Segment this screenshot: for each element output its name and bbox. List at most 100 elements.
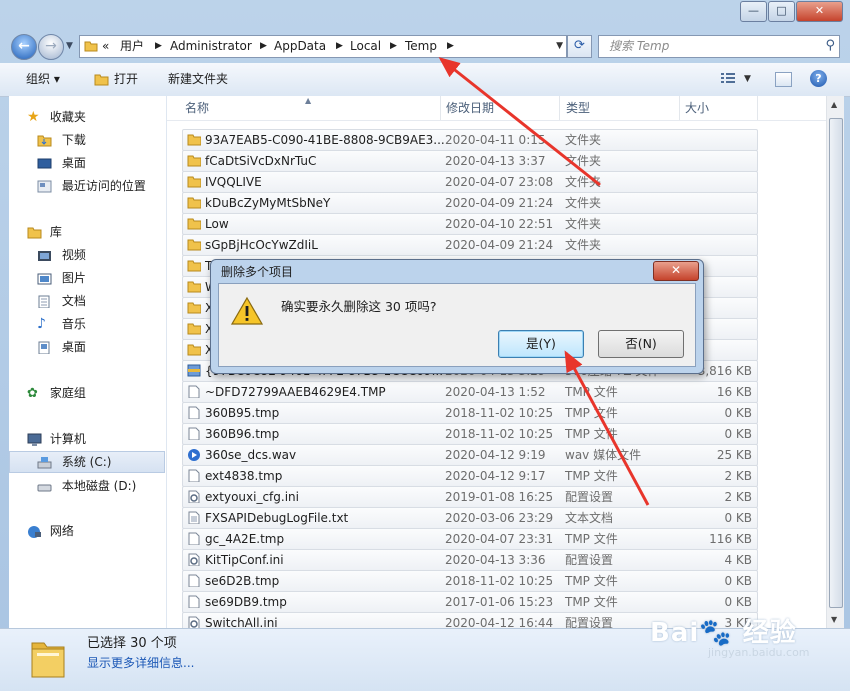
scrollbar-thumb[interactable] <box>829 118 843 608</box>
nav-desktop-library-label: 桌面 <box>61 340 86 354</box>
nav-recent-places[interactable]: 最近访问的位置 <box>37 176 146 196</box>
downloads-folder-icon <box>37 135 52 147</box>
help-icon[interactable]: ? <box>810 70 827 87</box>
file-row[interactable]: extyouxi_cfg.ini 2019-01-08 16:25 配置设置 2 KB <box>182 486 758 508</box>
file-row[interactable]: 93A7EAB5-C090-41BE-8808-9CB9AE3... 2020-0… <box>182 129 758 151</box>
new-folder-button[interactable]: 新建文件夹 <box>168 71 228 88</box>
scroll-down-icon[interactable]: ▼ <box>831 615 837 624</box>
chevron-right-icon[interactable]: ▶ <box>155 38 162 54</box>
file-date: 2020-04-12 16:44 <box>445 616 554 628</box>
column-type[interactable]: 类型 <box>566 100 590 116</box>
file-row[interactable]: 360B96.tmp 2018-11-02 10:25 TMP 文件 0 KB <box>182 423 758 445</box>
file-row[interactable]: 360B95.tmp 2018-11-02 10:25 TMP 文件 0 KB <box>182 402 758 424</box>
column-date[interactable]: 修改日期 <box>446 100 494 116</box>
file-row[interactable]: ext4838.tmp 2020-04-12 9:17 TMP 文件 2 KB <box>182 465 758 487</box>
nav-downloads[interactable]: 下载 <box>37 130 86 150</box>
nav-network[interactable]: 网络 <box>27 521 74 541</box>
file-row[interactable]: se6D2B.tmp 2018-11-02 10:25 TMP 文件 0 KB <box>182 570 758 592</box>
chevron-right-icon[interactable]: ▶ <box>336 38 343 54</box>
minimize-button[interactable]: — <box>740 1 767 22</box>
file-date: 2020-04-09 21:24 <box>445 238 554 252</box>
no-button[interactable]: 否(N) <box>598 330 684 358</box>
column-size[interactable]: 大小 <box>685 100 709 116</box>
view-dropdown-icon[interactable]: ▼ <box>744 74 751 84</box>
open-button[interactable]: 打开 <box>114 71 138 88</box>
chevron-right-icon[interactable]: ▶ <box>260 38 267 54</box>
column-divider[interactable] <box>757 96 758 120</box>
breadcrumb-users[interactable]: 用户 <box>120 38 144 54</box>
music-note-icon: ♪ <box>37 316 46 332</box>
breadcrumb-administrator[interactable]: Administrator <box>170 38 252 54</box>
view-options-icon[interactable] <box>720 72 736 84</box>
computer-icon <box>27 433 42 446</box>
nav-desktop-favorite[interactable]: 桌面 <box>37 153 86 173</box>
nav-computer[interactable]: 计算机 <box>27 429 86 449</box>
file-icon <box>188 385 200 398</box>
forward-button[interactable]: → <box>38 34 64 60</box>
nav-videos[interactable]: 视频 <box>37 245 86 265</box>
column-divider[interactable] <box>679 96 680 120</box>
config-file-icon <box>188 553 200 566</box>
nav-desktop-library[interactable]: 桌面 <box>37 337 86 357</box>
search-input[interactable]: 搜索 Temp ⚲ <box>598 35 840 58</box>
nav-favorites[interactable]: ★ 收藏夹 <box>27 107 86 127</box>
audio-file-icon <box>188 449 200 461</box>
nav-libraries[interactable]: 库 <box>27 222 62 242</box>
folder-icon <box>187 323 201 335</box>
refresh-button[interactable]: ⟳ <box>567 35 592 58</box>
file-type: TMP 文件 <box>565 385 618 399</box>
file-row[interactable]: fCaDtSiVcDxNrTuC 2020-04-13 3:37 文件夹 <box>182 150 758 172</box>
close-button[interactable]: ✕ <box>796 1 843 22</box>
file-row[interactable]: sGpBjHcOcYwZdIiL 2020-04-09 21:24 文件夹 <box>182 234 758 256</box>
nav-system-drive[interactable]: 系统 (C:) <box>9 451 165 473</box>
show-details-link[interactable]: 显示更多详细信息... <box>87 654 194 672</box>
file-icon <box>188 427 200 440</box>
file-row[interactable]: Low 2020-04-10 22:51 文件夹 <box>182 213 758 235</box>
preview-pane-icon[interactable] <box>775 72 792 87</box>
breadcrumb-local[interactable]: Local <box>350 38 381 54</box>
dialog-close-button[interactable]: ✕ <box>653 261 699 281</box>
nav-local-disk-d[interactable]: 本地磁盘 (D:) <box>37 476 136 496</box>
chevron-right-icon[interactable]: ▶ <box>390 38 397 54</box>
file-name: ext4838.tmp <box>205 469 283 483</box>
address-dropdown-icon[interactable]: ▼ <box>556 38 563 54</box>
yes-button[interactable]: 是(Y) <box>498 330 584 358</box>
file-name: fCaDtSiVcDxNrTuC <box>205 154 317 168</box>
nav-homegroup[interactable]: ✿ 家庭组 <box>27 383 86 403</box>
file-row[interactable]: ~DFD72799AAEB4629E4.TMP 2020-04-13 1:52 TM… <box>182 381 758 403</box>
column-name[interactable]: 名称 <box>185 100 209 116</box>
explorer-window: — □ ✕ ← → ▼ « 用户 ▶ Administrator ▶ AppDa… <box>0 0 850 691</box>
breadcrumb-temp[interactable]: Temp <box>405 38 437 54</box>
file-row[interactable]: IVQQLIVE 2020-04-07 23:08 文件夹 <box>182 171 758 193</box>
column-divider[interactable] <box>559 96 560 120</box>
file-name: se69DB9.tmp <box>205 595 287 609</box>
nav-music[interactable]: ♪ 音乐 <box>37 314 86 334</box>
organize-button[interactable]: 组织 ▾ <box>26 71 60 88</box>
breadcrumb-overflow[interactable]: « <box>102 38 109 54</box>
breadcrumb-appdata[interactable]: AppData <box>274 38 326 54</box>
scroll-up-icon[interactable]: ▲ <box>831 100 837 109</box>
file-date: 2019-01-08 16:25 <box>445 490 554 504</box>
file-name: extyouxi_cfg.ini <box>205 490 299 504</box>
file-type: 配置设置 <box>565 490 614 504</box>
nav-pictures[interactable]: 图片 <box>37 268 86 288</box>
nav-documents[interactable]: 文档 <box>37 291 86 311</box>
recent-places-icon <box>37 180 52 193</box>
file-row[interactable]: se69DB9.tmp 2017-01-06 15:23 TMP 文件 0 KB <box>182 591 758 613</box>
file-row[interactable]: kDuBcZyMyMtSbNeY 2020-04-09 21:24 文件夹 <box>182 192 758 214</box>
file-row[interactable]: gc_4A2E.tmp 2020-04-07 23:31 TMP 文件 116 KB <box>182 528 758 550</box>
maximize-button[interactable]: □ <box>768 1 795 22</box>
file-row[interactable]: KitTipConf.ini 2020-04-13 3:36 配置设置 4 KB <box>182 549 758 571</box>
hard-drive-icon <box>37 484 52 492</box>
search-icon[interactable]: ⚲ <box>825 38 835 54</box>
address-bar[interactable]: « 用户 ▶ Administrator ▶ AppData ▶ Local ▶… <box>79 35 567 58</box>
nav-libraries-label: 库 <box>49 225 62 239</box>
history-dropdown-icon[interactable]: ▼ <box>66 41 73 51</box>
column-divider[interactable] <box>440 96 441 120</box>
file-row[interactable]: FXSAPIDebugLogFile.txt 2020-03-06 23:29 文本… <box>182 507 758 529</box>
back-button[interactable]: ← <box>11 34 37 60</box>
vertical-scrollbar[interactable]: ▲ ▼ <box>826 96 844 628</box>
nav-favorites-label: 收藏夹 <box>49 110 86 124</box>
chevron-right-icon[interactable]: ▶ <box>447 38 454 54</box>
file-row[interactable]: 360se_dcs.wav 2020-04-12 9:19 wav 媒体文件 25 K… <box>182 444 758 466</box>
